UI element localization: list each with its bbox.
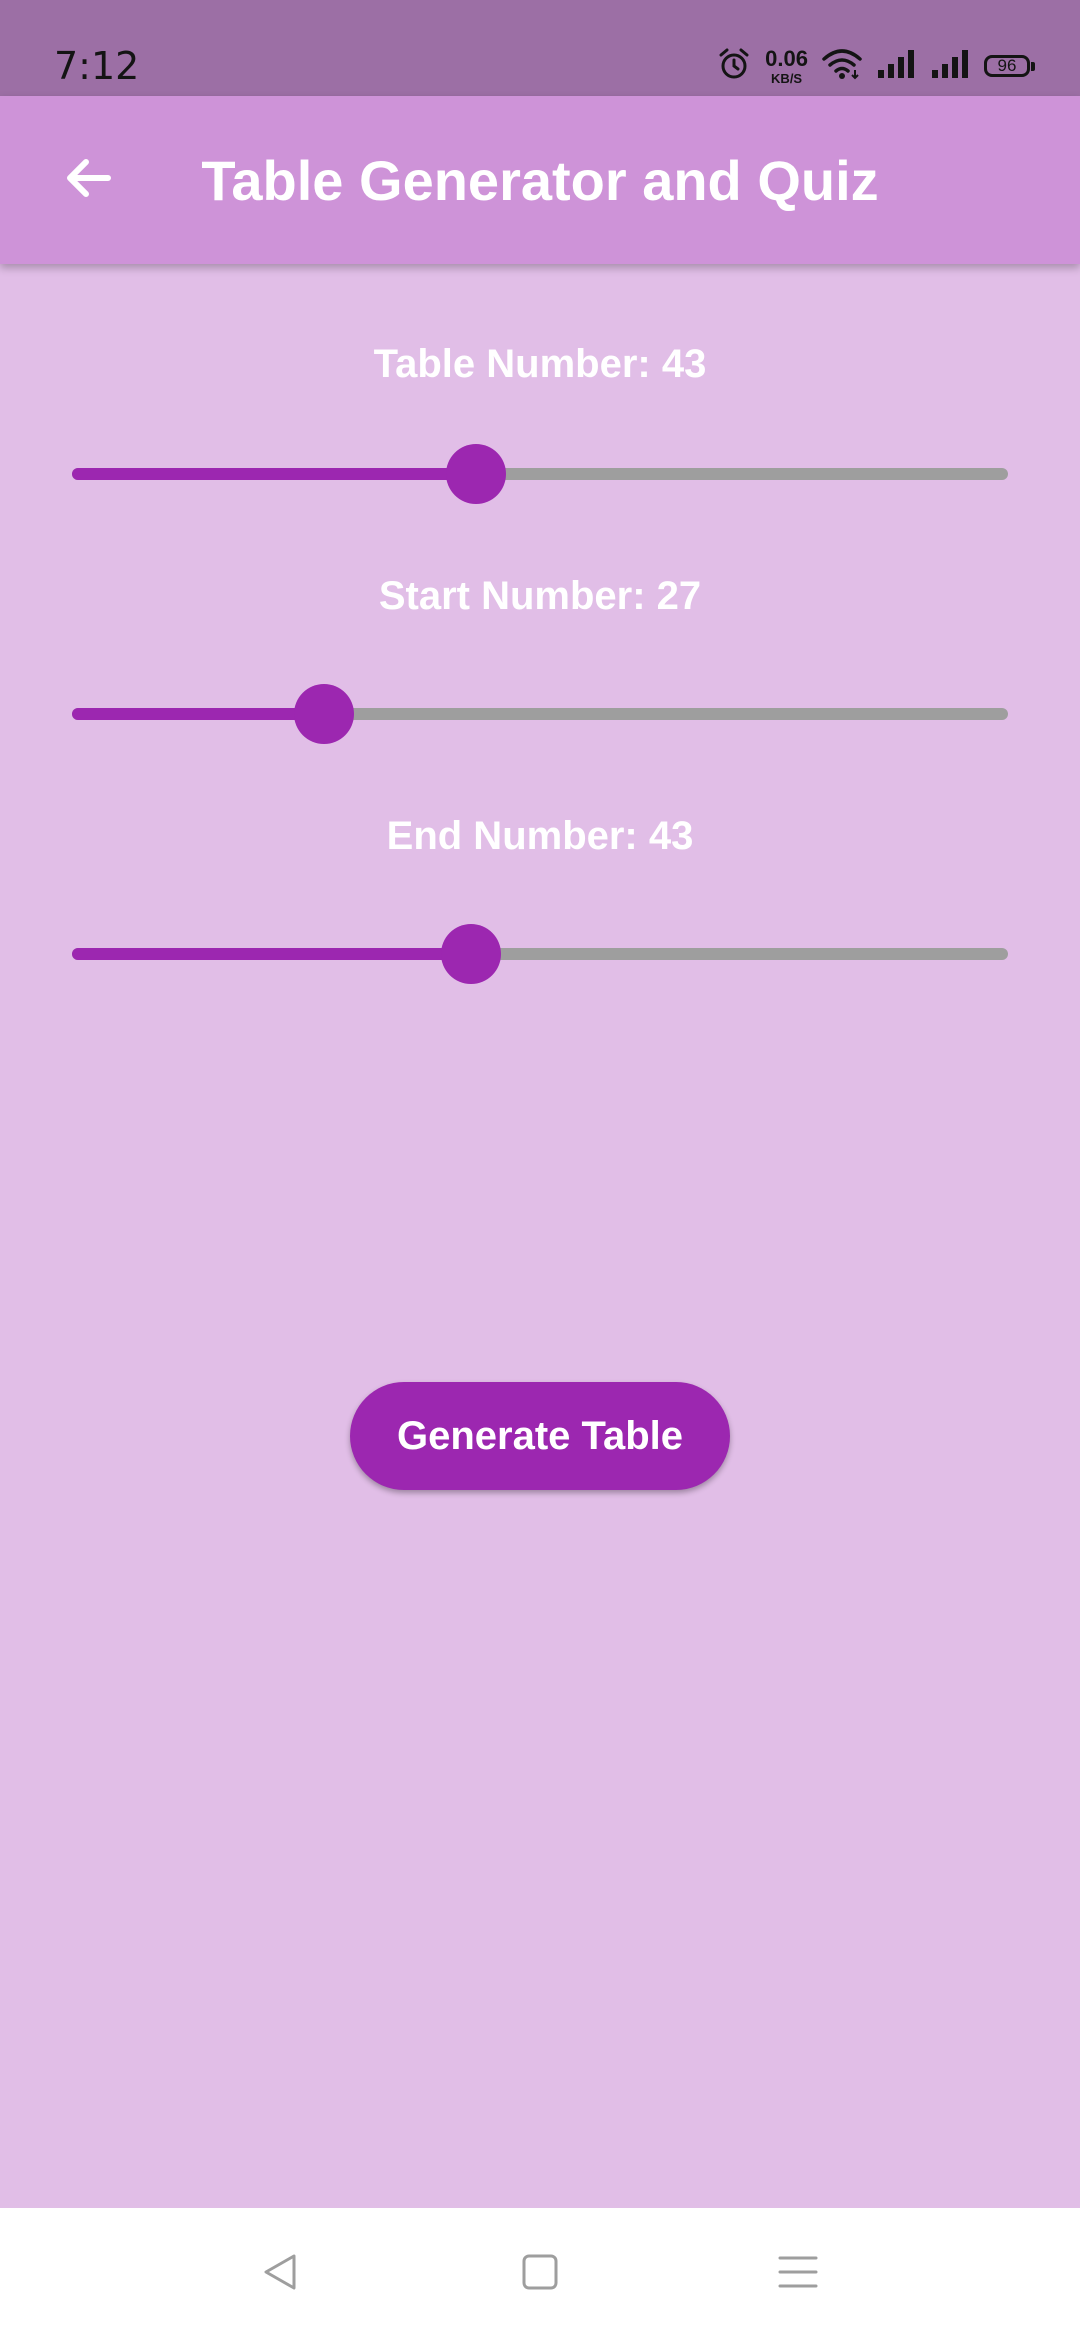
page-title: Table Generator and Quiz — [201, 149, 879, 212]
start-number-slider[interactable] — [72, 684, 1008, 744]
end-number-label: End Number: 43 — [386, 814, 694, 858]
signal-icon — [876, 48, 916, 85]
network-speed-unit: KB/S — [771, 70, 803, 86]
battery-level: 96 — [997, 56, 1017, 75]
main-content: Table Number: 43 Start Number: 27 End Nu… — [0, 264, 1080, 2208]
system-nav-bar — [0, 2208, 1080, 2340]
nav-home-button[interactable] — [510, 2244, 570, 2304]
slider-active-track — [72, 948, 471, 960]
battery-icon: 96 — [984, 55, 1035, 77]
end-number-slider[interactable] — [72, 924, 1008, 984]
back-triangle-icon — [258, 2250, 302, 2299]
app-bar: Table Generator and Quiz — [0, 96, 1080, 264]
wifi-icon — [822, 48, 862, 85]
home-square-icon — [518, 2250, 562, 2299]
network-speed: 0.06 KB/S — [765, 45, 808, 86]
slider-active-track — [72, 468, 477, 480]
nav-back-button[interactable] — [250, 2244, 310, 2304]
status-bar: 7:12 0.06 KB/S 96 — [0, 0, 1080, 96]
nav-menu-button[interactable] — [768, 2244, 828, 2304]
status-time: 7:12 — [54, 44, 140, 88]
slider-thumb[interactable] — [446, 444, 507, 504]
table-number-slider[interactable] — [72, 444, 1008, 504]
generate-table-button[interactable]: Generate Table — [350, 1382, 730, 1490]
slider-active-track — [72, 708, 324, 720]
start-number-label: Start Number: 27 — [378, 574, 702, 618]
status-icons: 0.06 KB/S 96 — [717, 44, 1035, 88]
network-speed-value: 0.06 — [765, 45, 808, 71]
menu-lines-icon — [776, 2250, 820, 2299]
slider-thumb[interactable] — [440, 924, 501, 984]
signal-icon — [930, 48, 970, 85]
table-number-label: Table Number: 43 — [373, 342, 707, 386]
slider-thumb[interactable] — [293, 684, 354, 744]
alarm-icon — [717, 47, 751, 86]
